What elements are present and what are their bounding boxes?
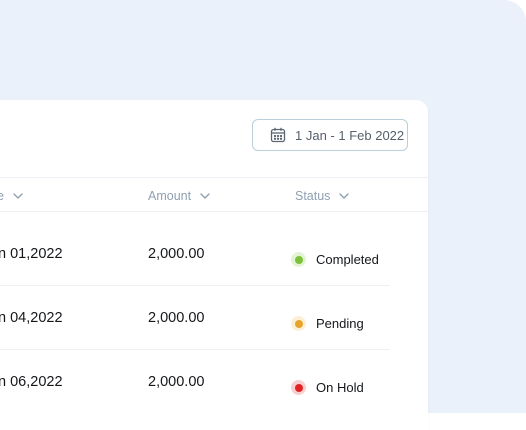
date-range-label: 1 Jan - 1 Feb 2022 xyxy=(295,127,405,143)
chevron-down-icon xyxy=(191,190,211,202)
status-label: Completed xyxy=(316,252,379,267)
header-bottom-divider xyxy=(0,211,428,212)
status-label: Pending xyxy=(316,316,364,331)
row-date: n 01,2022 xyxy=(0,246,63,262)
status-badge: Completed xyxy=(291,252,379,267)
header-top-divider xyxy=(0,177,428,178)
status-dot-icon xyxy=(291,380,306,395)
column-header-amount[interactable]: Amount xyxy=(148,189,211,203)
status-label: On Hold xyxy=(316,380,364,395)
row-divider xyxy=(0,349,390,350)
row-amount: 2,000.00 xyxy=(148,246,205,262)
row-divider xyxy=(0,285,390,286)
calendar-icon xyxy=(269,126,287,144)
status-badge: On Hold xyxy=(291,380,364,395)
row-amount: 2,000.00 xyxy=(148,310,205,326)
status-badge: Pending xyxy=(291,316,364,331)
date-range-button[interactable]: 1 Jan - 1 Feb 2022 xyxy=(252,119,408,151)
column-header-date[interactable]: e xyxy=(0,189,24,203)
status-dot-icon xyxy=(291,316,306,331)
chevron-down-icon xyxy=(4,190,24,202)
column-header-label: Status xyxy=(295,189,331,203)
row-date: n 04,2022 xyxy=(0,310,63,326)
row-amount: 2,000.00 xyxy=(148,374,205,390)
column-header-status[interactable]: Status xyxy=(295,189,350,203)
chevron-down-icon xyxy=(330,190,350,202)
row-date: n 06,2022 xyxy=(0,374,63,390)
column-header-label: Amount xyxy=(148,189,192,203)
status-dot-icon xyxy=(291,252,306,267)
